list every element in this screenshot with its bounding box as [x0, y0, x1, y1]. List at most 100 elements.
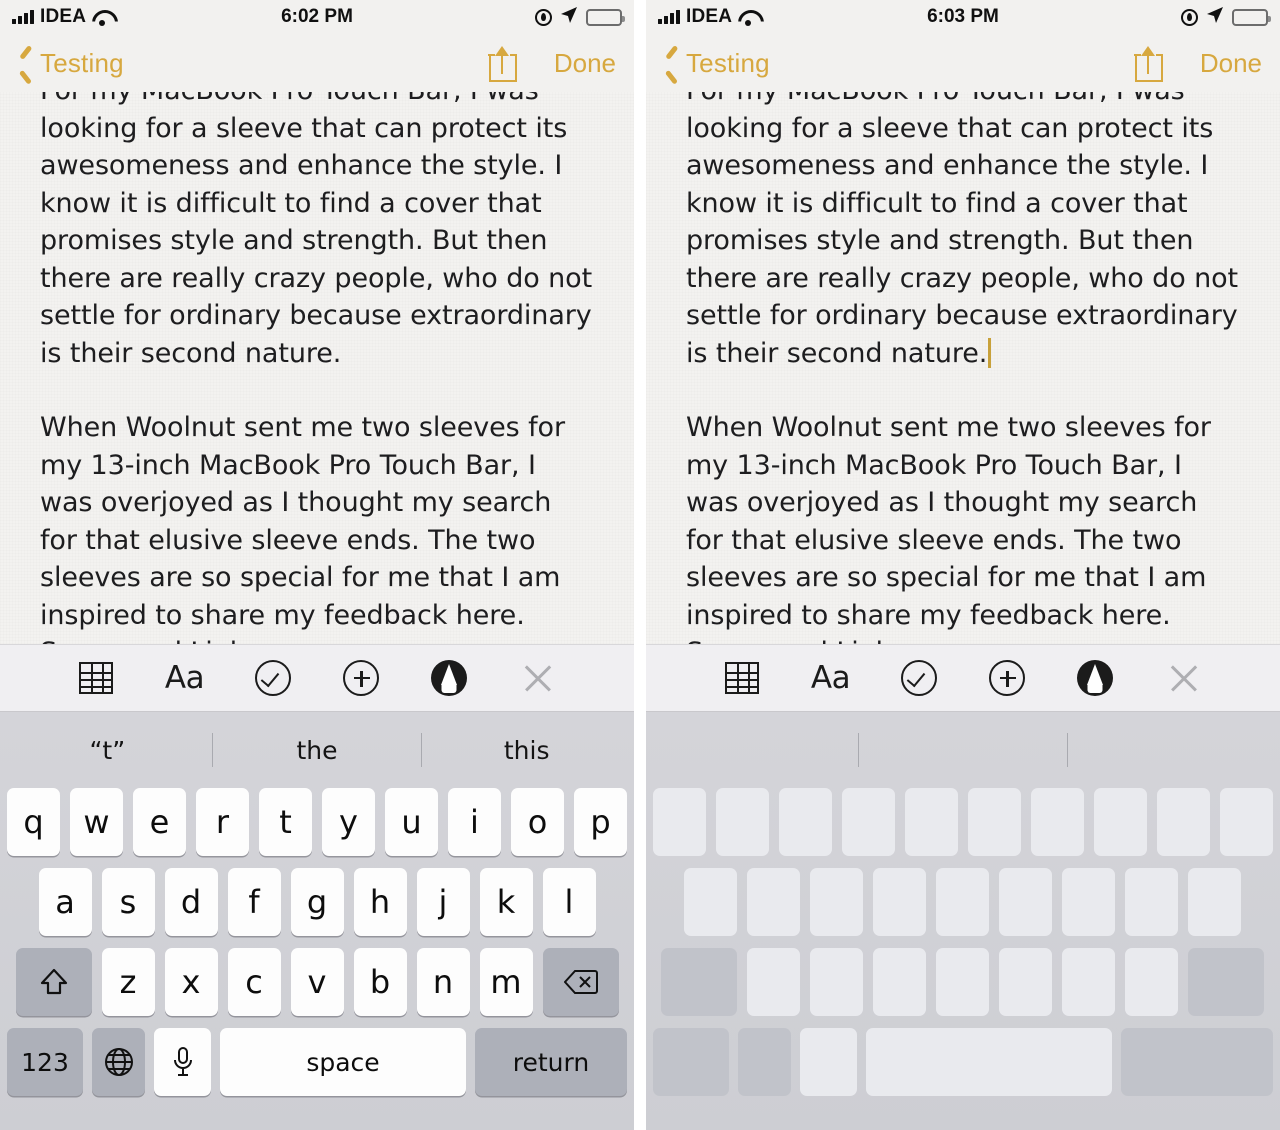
shift-key[interactable] — [15, 948, 92, 1016]
key-r[interactable]: r — [196, 788, 249, 856]
suggestion-2[interactable]: this — [422, 736, 631, 765]
add-attachment-button[interactable] — [338, 655, 384, 701]
key-z[interactable] — [747, 948, 801, 1016]
numbers-key[interactable]: 123 — [7, 1028, 83, 1096]
key-p[interactable] — [1219, 788, 1273, 856]
key-s[interactable] — [747, 868, 801, 936]
close-keyboard-button[interactable] — [1161, 655, 1207, 701]
globe-key[interactable] — [737, 1028, 791, 1096]
key-m[interactable] — [1125, 948, 1179, 1016]
return-key[interactable]: return — [475, 1028, 627, 1096]
close-keyboard-button[interactable] — [515, 655, 561, 701]
key-f[interactable]: f — [227, 868, 281, 936]
delete-key[interactable] — [542, 948, 619, 1016]
key-y[interactable] — [967, 788, 1021, 856]
key-z[interactable]: z — [101, 948, 155, 1016]
dictation-key[interactable] — [799, 1028, 857, 1096]
key-m[interactable]: m — [479, 948, 533, 1016]
key-b[interactable] — [999, 948, 1053, 1016]
key-c[interactable]: c — [227, 948, 281, 1016]
key-j[interactable]: j — [416, 868, 470, 936]
note-paragraph-1: For my MacBook Pro Touch Bar, I was look… — [40, 92, 593, 369]
space-key[interactable]: space — [220, 1028, 466, 1096]
key-p[interactable]: p — [574, 788, 627, 856]
globe-key[interactable] — [92, 1028, 145, 1096]
key-q[interactable]: q — [7, 788, 60, 856]
suggestion-1[interactable]: the — [213, 736, 422, 765]
key-x[interactable]: x — [164, 948, 218, 1016]
status-left: IDEA — [657, 6, 758, 28]
key-j[interactable] — [1062, 868, 1116, 936]
key-b[interactable]: b — [353, 948, 407, 1016]
key-c[interactable] — [873, 948, 927, 1016]
key-n[interactable] — [1062, 948, 1116, 1016]
keyboard-trackpad-mode[interactable] — [645, 712, 1280, 1130]
back-button[interactable]: Testing — [18, 48, 124, 79]
key-a[interactable] — [684, 868, 738, 936]
numbers-key[interactable] — [652, 1028, 729, 1096]
shift-key[interactable] — [661, 948, 738, 1016]
key-v[interactable] — [936, 948, 990, 1016]
table-button[interactable] — [73, 655, 119, 701]
key-l[interactable] — [1188, 868, 1242, 936]
share-icon[interactable] — [1134, 44, 1164, 82]
key-i[interactable] — [1093, 788, 1147, 856]
key-u[interactable] — [1030, 788, 1084, 856]
suggestion-0[interactable]: “t” — [3, 736, 212, 765]
checklist-button[interactable] — [896, 655, 942, 701]
back-button[interactable]: Testing — [664, 48, 770, 79]
text-format-button[interactable]: Aa — [807, 655, 853, 701]
note-text-area[interactable]: For my MacBook Pro Touch Bar, I was look… — [0, 92, 635, 644]
dictation-key[interactable] — [154, 1028, 211, 1096]
key-s[interactable]: s — [101, 868, 155, 936]
key-g[interactable] — [936, 868, 990, 936]
add-attachment-button[interactable] — [984, 655, 1030, 701]
key-w[interactable]: w — [70, 788, 123, 856]
key-t[interactable] — [904, 788, 958, 856]
keyboard-row-1 — [649, 788, 1277, 856]
note-paragraph-2: When Woolnut sent me two sleeves for my … — [685, 412, 1211, 644]
key-w[interactable] — [715, 788, 769, 856]
key-u[interactable]: u — [385, 788, 438, 856]
return-key[interactable] — [1120, 1028, 1273, 1096]
table-button[interactable] — [719, 655, 765, 701]
text-format-button[interactable]: Aa — [161, 655, 207, 701]
key-o[interactable]: o — [511, 788, 564, 856]
wifi-icon — [738, 10, 758, 26]
key-l[interactable]: l — [542, 868, 596, 936]
share-icon[interactable] — [488, 44, 518, 82]
signal-bars-icon — [12, 10, 34, 24]
key-x[interactable] — [810, 948, 864, 1016]
key-n[interactable]: n — [416, 948, 470, 1016]
done-button[interactable]: Done — [554, 48, 616, 79]
key-v[interactable]: v — [290, 948, 344, 1016]
key-t[interactable]: t — [259, 788, 312, 856]
key-d[interactable]: d — [164, 868, 218, 936]
key-k[interactable] — [1125, 868, 1179, 936]
key-r[interactable] — [841, 788, 895, 856]
checklist-button[interactable] — [250, 655, 296, 701]
key-g[interactable]: g — [290, 868, 344, 936]
note-text-area[interactable]: For my MacBook Pro Touch Bar, I was look… — [645, 92, 1280, 644]
wifi-icon — [92, 10, 112, 26]
space-key[interactable] — [865, 1028, 1112, 1096]
suggestion-divider — [1067, 733, 1069, 767]
key-q[interactable] — [652, 788, 706, 856]
status-right — [535, 6, 626, 29]
delete-key[interactable] — [1188, 948, 1265, 1016]
markup-pen-button[interactable] — [1072, 655, 1118, 701]
key-y[interactable]: y — [322, 788, 375, 856]
navigation-bar: Testing Done — [0, 34, 635, 92]
key-f[interactable] — [873, 868, 927, 936]
key-e[interactable]: e — [133, 788, 186, 856]
markup-pen-button[interactable] — [426, 655, 472, 701]
key-d[interactable] — [810, 868, 864, 936]
key-o[interactable] — [1156, 788, 1210, 856]
key-k[interactable]: k — [479, 868, 533, 936]
key-a[interactable]: a — [38, 868, 92, 936]
done-button[interactable]: Done — [1200, 48, 1262, 79]
key-i[interactable]: i — [448, 788, 501, 856]
key-e[interactable] — [778, 788, 832, 856]
key-h[interactable]: h — [353, 868, 407, 936]
key-h[interactable] — [999, 868, 1053, 936]
